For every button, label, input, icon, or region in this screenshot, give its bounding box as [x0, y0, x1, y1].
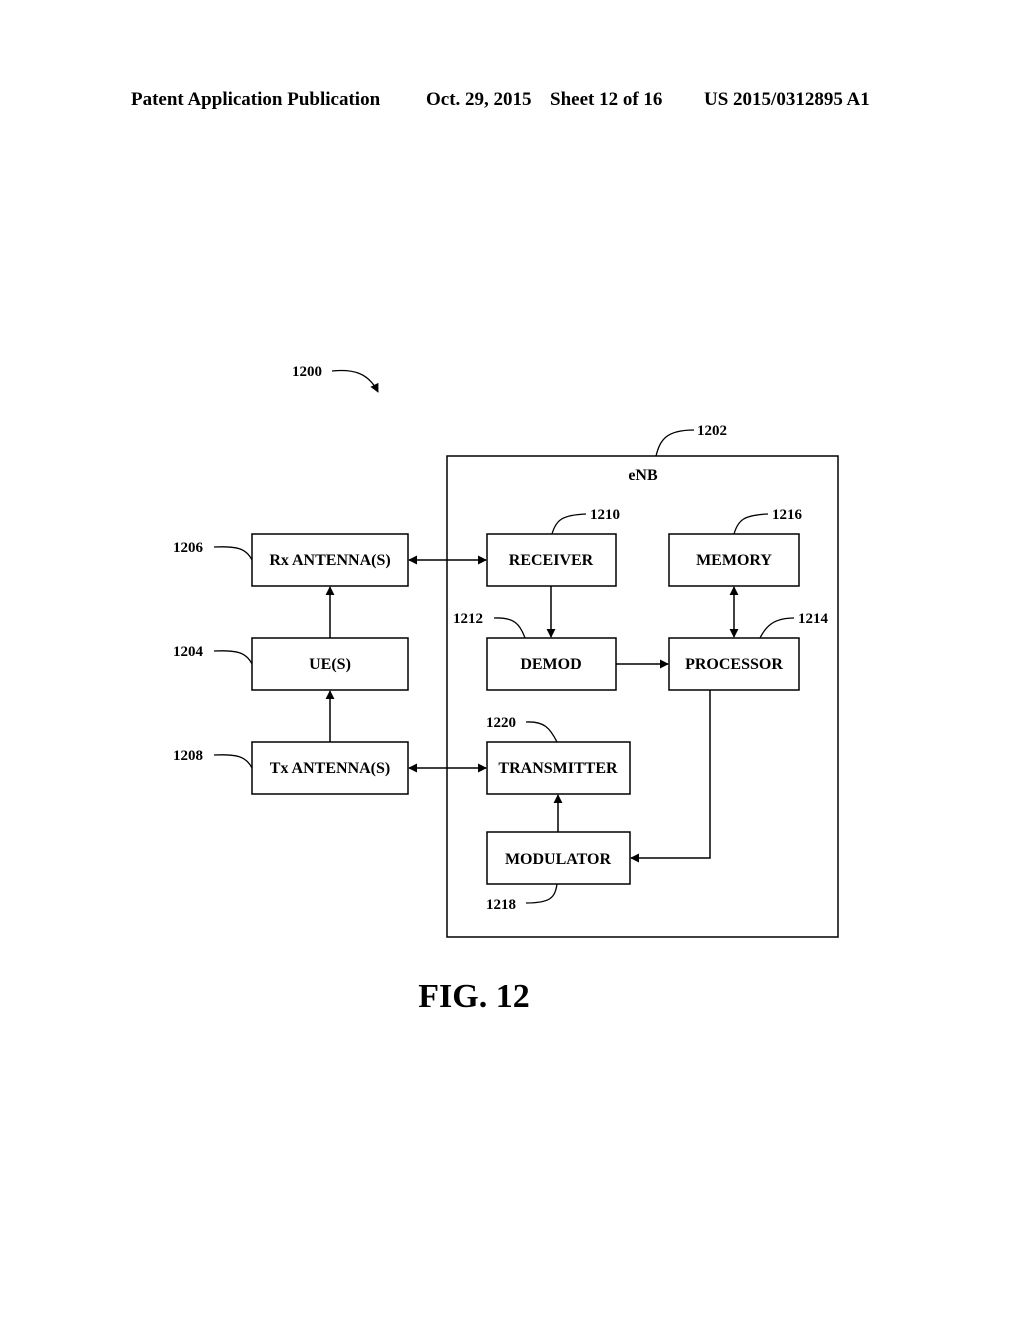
tx-antenna-ref: 1208 — [173, 748, 203, 764]
enb-ref: 1202 — [697, 423, 727, 439]
enb-ref-leader — [655, 429, 695, 457]
tx-antenna-ref-leader — [213, 754, 253, 769]
transmitter-block: TRANSMITTER — [486, 741, 631, 795]
rx-antenna-ref-leader — [213, 546, 253, 561]
system-ref-1200: 1200 — [292, 364, 322, 380]
demod-ref: 1212 — [453, 611, 483, 627]
processor-ref: 1214 — [798, 611, 829, 627]
memory-ref: 1216 — [772, 507, 803, 523]
tx-antenna-block: Tx ANTENNA(S) — [251, 741, 409, 795]
receiver-label: RECEIVER — [509, 552, 594, 569]
ue-ref-leader — [213, 650, 253, 665]
processor-label: PROCESSOR — [685, 656, 783, 673]
ue-label: UE(S) — [309, 656, 351, 673]
modulator-ref: 1218 — [486, 897, 516, 913]
rx-antenna-block: Rx ANTENNA(S) — [251, 533, 409, 587]
demod-block: DEMOD — [486, 637, 617, 691]
enb-label: eNB — [628, 467, 658, 484]
receiver-block: RECEIVER — [486, 533, 617, 587]
rx-antenna-ref: 1206 — [173, 540, 204, 556]
memory-label: MEMORY — [696, 552, 772, 569]
modulator-block: MODULATOR — [486, 831, 631, 885]
ue-block: UE(S) — [251, 637, 409, 691]
transmitter-ref: 1220 — [486, 715, 516, 731]
rx-antenna-label: Rx ANTENNA(S) — [269, 552, 390, 569]
receiver-ref: 1210 — [590, 507, 620, 523]
processor-block: PROCESSOR — [668, 637, 800, 691]
memory-block: MEMORY — [668, 533, 800, 587]
modulator-label: MODULATOR — [505, 851, 612, 868]
block-diagram: 1200 eNB 1202 Rx ANTENNA(S) 1206 UE(S) 1… — [173, 364, 839, 1015]
system-ref-arrow — [331, 369, 379, 393]
figure-caption: FIG. 12 — [418, 978, 529, 1015]
ue-ref: 1204 — [173, 644, 204, 660]
demod-label: DEMOD — [520, 656, 581, 673]
tx-antenna-label: Tx ANTENNA(S) — [270, 760, 390, 777]
transmitter-label: TRANSMITTER — [498, 760, 618, 777]
